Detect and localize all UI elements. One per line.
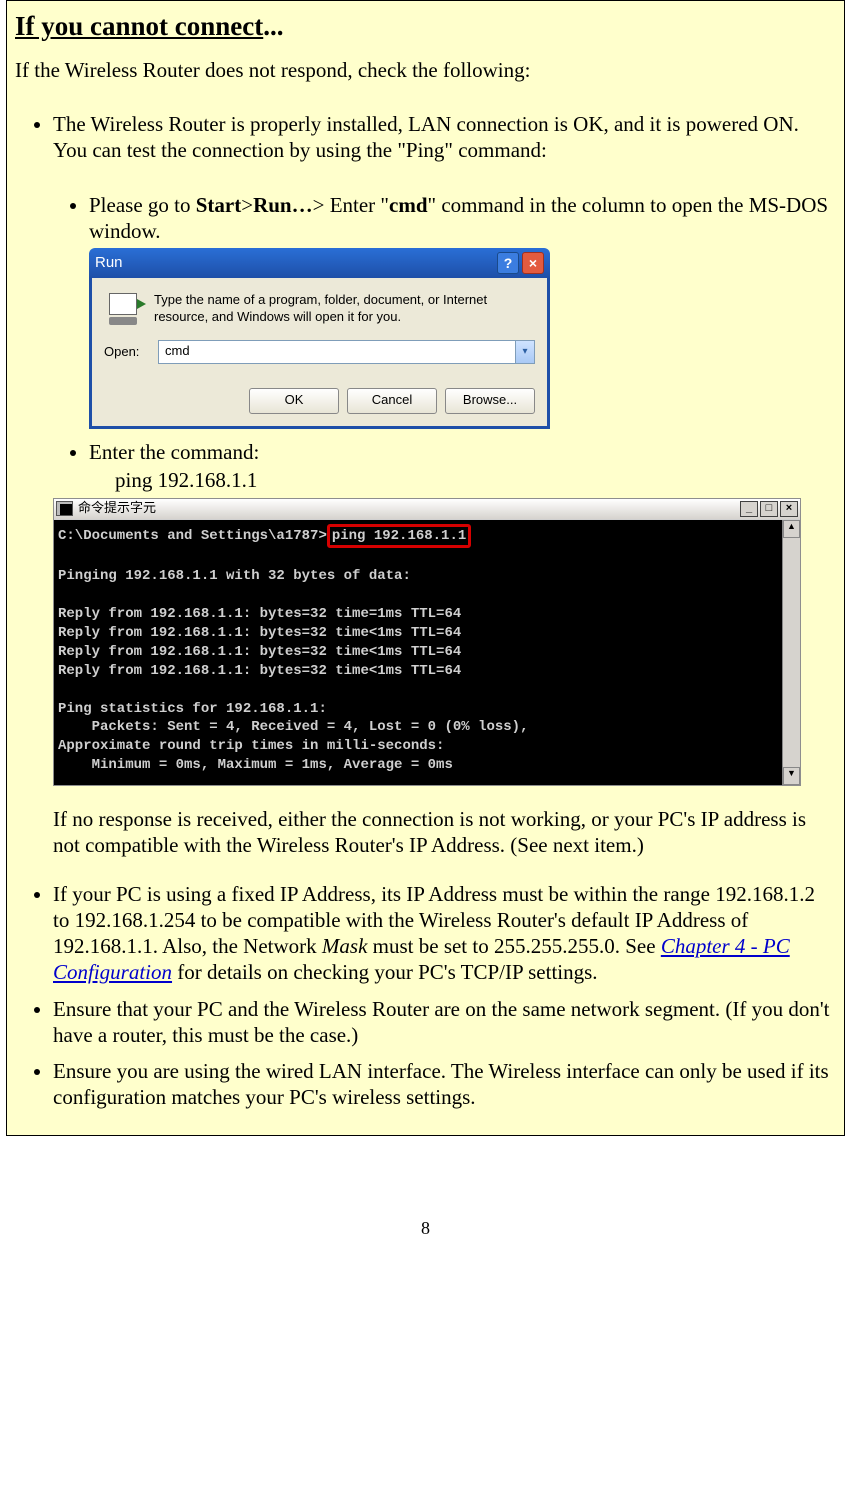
- post-cmd-text: If no response is received, either the c…: [53, 806, 836, 859]
- close-button[interactable]: ×: [522, 252, 544, 274]
- run-dialog: Run ? ×: [89, 248, 550, 429]
- cancel-button[interactable]: Cancel: [347, 388, 437, 414]
- page-number: 8: [6, 1218, 845, 1239]
- open-input[interactable]: cmd: [159, 341, 515, 363]
- intro-text: If the Wireless Router does not respond,…: [15, 58, 836, 83]
- ping-command: ping 192.168.1.1: [89, 468, 257, 492]
- cmd-titlebar: 命令提示字元 _ □ ×: [54, 499, 800, 520]
- scroll-up-button[interactable]: ▲: [783, 520, 800, 538]
- chevron-down-icon[interactable]: ▾: [515, 341, 534, 363]
- bullet-3: Ensure that your PC and the Wireless Rou…: [53, 996, 836, 1049]
- minimize-button[interactable]: _: [740, 501, 758, 517]
- cmd-console: C:\Documents and Settings\a1787>ping 192…: [54, 520, 782, 786]
- sublist: Please go to Start>Run…> Enter "cmd" com…: [53, 192, 836, 466]
- content-box: If you cannot connect... If the Wireless…: [6, 0, 845, 1136]
- page-title: If you cannot connect...: [15, 11, 836, 42]
- cmd-window: 命令提示字元 _ □ × C:\Documents and Settings\a…: [53, 498, 801, 787]
- bullet-4: Ensure you are using the wired LAN inter…: [53, 1058, 836, 1111]
- sub-bullet-2: Enter the command:: [89, 439, 836, 465]
- scroll-down-button[interactable]: ▼: [783, 767, 800, 785]
- run-titlebar: Run ? ×: [89, 248, 550, 278]
- close-button[interactable]: ×: [780, 501, 798, 517]
- help-button[interactable]: ?: [497, 252, 519, 274]
- heading-suffix: ...: [263, 11, 283, 41]
- scrollbar[interactable]: ▲ ▼: [782, 520, 800, 786]
- bullet-2: If your PC is using a fixed IP Address, …: [53, 881, 836, 986]
- run-description: Type the name of a program, folder, docu…: [154, 292, 535, 326]
- heading-underlined: If you cannot connect: [15, 11, 263, 41]
- ok-button[interactable]: OK: [249, 388, 339, 414]
- bullet-1-text: The Wireless Router is properly installe…: [53, 112, 799, 162]
- cmd-title: 命令提示字元: [78, 500, 156, 516]
- bullet-list: The Wireless Router is properly installe…: [15, 111, 836, 1111]
- open-label: Open:: [104, 344, 148, 360]
- run-icon: [104, 292, 142, 326]
- cmd-icon: [56, 501, 73, 516]
- open-combobox[interactable]: cmd ▾: [158, 340, 535, 364]
- run-title: Run: [95, 254, 123, 273]
- browse-button[interactable]: Browse...: [445, 388, 535, 414]
- enter-command-label: Enter the command:: [89, 440, 259, 464]
- bullet-1: The Wireless Router is properly installe…: [53, 111, 836, 859]
- sub-bullet-1: Please go to Start>Run…> Enter "cmd" com…: [89, 192, 836, 430]
- maximize-button[interactable]: □: [760, 501, 778, 517]
